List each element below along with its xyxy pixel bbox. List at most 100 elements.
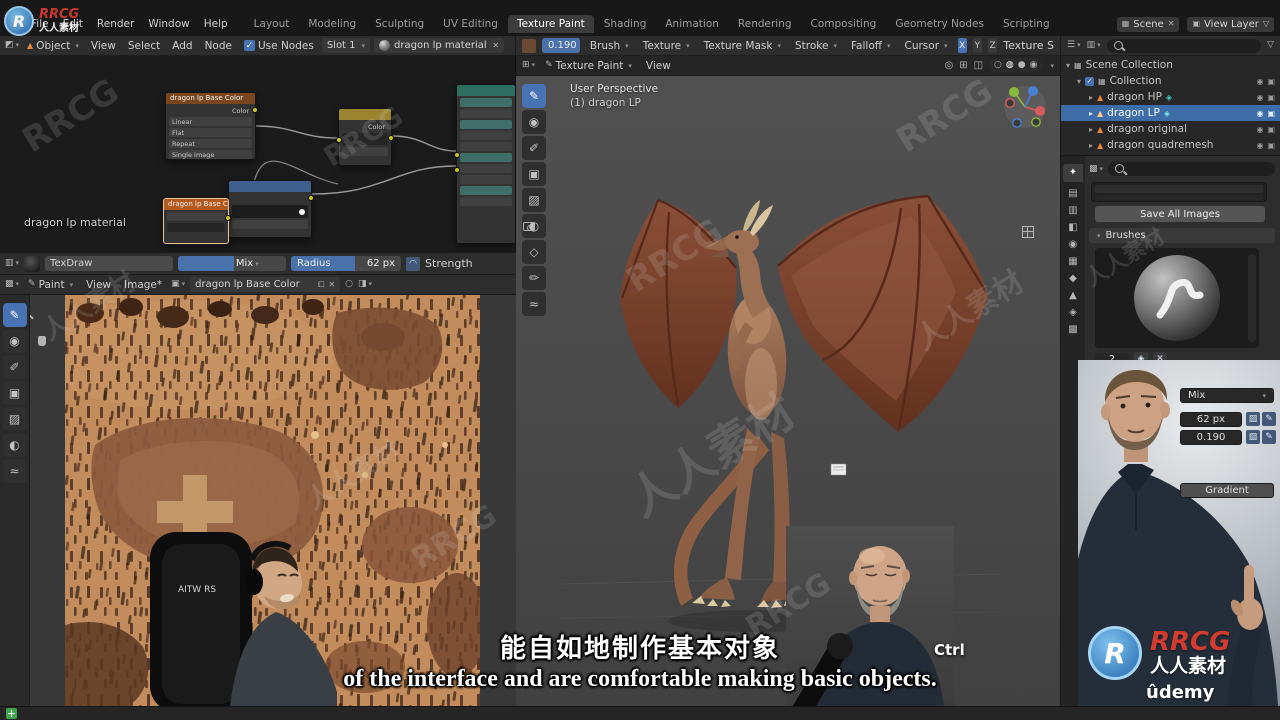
- image-slot-icon[interactable]: ◨ ▾: [358, 280, 372, 289]
- mirror-z-toggle[interactable]: Z: [988, 38, 998, 53]
- tool-draw-icon[interactable]: ✎: [522, 84, 546, 108]
- outliner-row-scene-collection[interactable]: ▾ ▦ Scene Collection: [1061, 57, 1280, 73]
- strength-pressure-icon[interactable]: ▨: [1246, 430, 1260, 444]
- snap-icon[interactable]: ⊞: [959, 60, 967, 71]
- brush-preview-box[interactable]: [1095, 248, 1259, 348]
- tool-gradient-icon[interactable]: ◇: [522, 240, 546, 264]
- tab-shading[interactable]: Shading: [595, 15, 656, 33]
- outliner-row-collection[interactable]: ▾ ✓ ▦ Collection ◉ ▣: [1061, 73, 1280, 89]
- properties-breadcrumb-icon[interactable]: ▩ ▾: [1089, 164, 1103, 174]
- image-zoom-icon[interactable]: [30, 307, 32, 319]
- viewport-pan-hand-icon[interactable]: [516, 194, 518, 206]
- brush-dropdown[interactable]: Brush ▾: [586, 38, 633, 54]
- scene-unlink-icon[interactable]: ✕: [1168, 20, 1175, 28]
- mirror-x-toggle[interactable]: X: [957, 38, 967, 53]
- mirror-y-toggle[interactable]: Y: [972, 38, 982, 53]
- material-unlink-icon[interactable]: ✕: [492, 41, 499, 50]
- node-image-texture-selected[interactable]: dragon lp Base Color: [163, 198, 231, 244]
- blend-mode-dropdown-props[interactable]: Mix ▾: [1180, 388, 1274, 403]
- scene-selector[interactable]: ▦ Scene ✕: [1116, 16, 1180, 32]
- shading-rendered-icon[interactable]: ◉: [1030, 61, 1038, 70]
- editor-type-icon[interactable]: ◩ ▾: [5, 41, 19, 50]
- node-row-projection[interactable]: Flat: [169, 128, 252, 137]
- image-browse-icon[interactable]: ▣ ▾: [171, 280, 185, 289]
- menu-help[interactable]: Help: [197, 14, 235, 34]
- shading-wireframe-icon[interactable]: ○: [994, 61, 1002, 70]
- tab-layout[interactable]: Layout: [245, 15, 299, 33]
- shading-mode-pill[interactable]: ○ ◍ ● ◉: [989, 58, 1043, 73]
- node-image-texture[interactable]: dragon lp Base Color Color Linear Flat R…: [165, 92, 258, 160]
- tool-clone-icon[interactable]: ▣: [522, 162, 546, 186]
- paint-mode-dropdown[interactable]: ✎ Paint ▾: [24, 277, 77, 293]
- image-pin-icon[interactable]: ○: [345, 280, 353, 289]
- outliner-row-dragon-quadremesh[interactable]: ▸ ▲ dragon quadremesh ◉ ▣: [1061, 137, 1280, 153]
- tool-annotate-icon[interactable]: ≈: [2, 459, 27, 483]
- collection-checkbox[interactable]: ✓: [1085, 76, 1095, 86]
- outliner-filter-icon[interactable]: ▽: [1267, 41, 1274, 50]
- viewport-perspective-icon[interactable]: [1022, 226, 1034, 238]
- tab-modeling[interactable]: Modeling: [299, 15, 365, 33]
- image-unlink-icon[interactable]: ✕: [328, 280, 335, 289]
- strength-slider[interactable]: 0.190: [542, 38, 580, 53]
- falloff-dropdown[interactable]: Falloff ▾: [847, 38, 895, 54]
- strength-field-props[interactable]: 0.190: [1180, 430, 1242, 445]
- tool-annotate-icon[interactable]: ✏: [522, 266, 546, 290]
- material-selector[interactable]: dragon lp material ✕: [374, 38, 505, 53]
- tool-draw-icon[interactable]: ✎: [2, 303, 27, 327]
- node-mix-small[interactable]: Color: [336, 108, 394, 166]
- tab-modifiers-icon[interactable]: ▲: [1069, 291, 1077, 301]
- tool-fill-icon[interactable]: ▨: [522, 188, 546, 212]
- view-layer-filter-icon[interactable]: ▽: [1263, 20, 1269, 28]
- radius-field-props[interactable]: 62 px: [1180, 412, 1242, 427]
- overlays-icon[interactable]: ◫: [974, 60, 983, 71]
- menu-image[interactable]: Image*: [120, 275, 166, 294]
- node-row-extension[interactable]: Repeat: [169, 139, 252, 148]
- node-mix-rgb[interactable]: [226, 180, 314, 238]
- image-pan-hand-icon[interactable]: [36, 335, 48, 347]
- node-row-interpolation[interactable]: Linear: [169, 117, 252, 126]
- camera-visibility-icon[interactable]: ▣: [1267, 125, 1275, 134]
- tool-mask-icon[interactable]: ◐: [2, 433, 27, 457]
- interaction-mode-dropdown[interactable]: ✎ Texture Paint ▾: [541, 58, 636, 74]
- tool-measure-icon[interactable]: ≈: [522, 292, 546, 316]
- menu-window[interactable]: Window: [141, 14, 196, 34]
- stroke-dropdown[interactable]: Stroke ▾: [791, 38, 841, 54]
- cursor-dropdown[interactable]: Cursor ▾: [901, 38, 952, 54]
- camera-visibility-icon[interactable]: ▣: [1267, 141, 1275, 150]
- brush-preview-icon[interactable]: [24, 255, 41, 272]
- properties-search-input[interactable]: [1108, 162, 1275, 176]
- shading-solid-icon[interactable]: ◍: [1006, 61, 1014, 70]
- image-new-icon[interactable]: ⧠: [318, 280, 324, 289]
- menu-select-node[interactable]: Select: [124, 36, 164, 55]
- node-row-source[interactable]: Single Image: [169, 150, 252, 159]
- menu-add-node[interactable]: Add: [168, 36, 196, 55]
- pressure-toggle-icon[interactable]: ◠: [406, 256, 421, 271]
- tab-object-icon[interactable]: ◆: [1069, 274, 1077, 284]
- tab-rendering[interactable]: Rendering: [729, 15, 801, 33]
- texture-dropdown[interactable]: Texture ▾: [639, 38, 694, 54]
- tab-tool-icon[interactable]: ✦: [1063, 164, 1083, 182]
- shader-node-editor[interactable]: dragon lp Base Color Color Linear Flat R…: [0, 56, 516, 253]
- tool-smear-icon[interactable]: ✐: [2, 355, 27, 379]
- outliner-display-mode-icon[interactable]: ▥ ▾: [1087, 41, 1101, 50]
- menu-render[interactable]: Render: [90, 14, 141, 34]
- shader-mode-dropdown[interactable]: ▲ Object ▾: [23, 38, 83, 54]
- menu-view-3d[interactable]: View: [642, 56, 675, 76]
- tab-uv-editing[interactable]: UV Editing: [434, 15, 507, 33]
- texture-mask-dropdown[interactable]: Texture Mask ▾: [700, 38, 785, 54]
- editor-type-icon[interactable]: ⊞ ▾: [522, 61, 535, 70]
- slot-dropdown[interactable]: Slot 1 ▾: [321, 38, 371, 53]
- brush-name-field[interactable]: TexDraw: [45, 256, 174, 271]
- viewport-camera-icon[interactable]: [522, 221, 536, 232]
- tool-soften-icon[interactable]: ◉: [522, 110, 546, 134]
- tool-clone-icon[interactable]: ▣: [2, 381, 27, 405]
- menu-view-node[interactable]: View: [87, 36, 120, 55]
- pivot-icon[interactable]: ◎: [944, 60, 953, 71]
- use-nodes-checkbox[interactable]: ✓ Use Nodes: [240, 38, 318, 54]
- save-all-images-button[interactable]: Save All Images: [1095, 206, 1265, 222]
- brushes-panel-header[interactable]: ▾ Brushes: [1089, 228, 1275, 243]
- menu-view-image[interactable]: View: [82, 275, 115, 294]
- outliner-editor-icon[interactable]: ☰ ▾: [1067, 41, 1081, 50]
- tool-fill-icon[interactable]: ▨: [2, 407, 27, 431]
- tab-scripting[interactable]: Scripting: [994, 15, 1059, 33]
